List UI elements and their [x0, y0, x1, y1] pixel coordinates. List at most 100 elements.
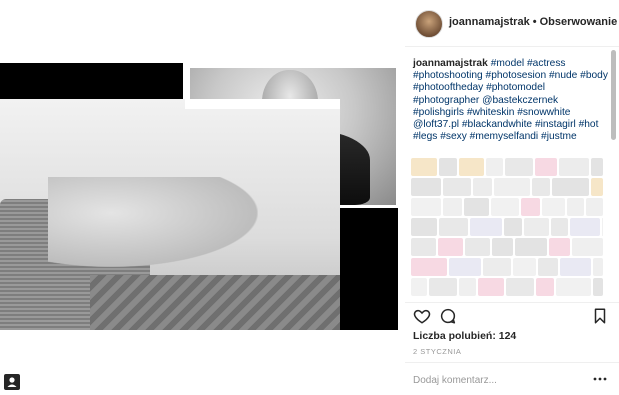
blurred-comment-block: [492, 238, 513, 256]
blurred-comment-block: [491, 198, 519, 216]
blurred-comment-block: [536, 278, 554, 296]
blurred-comment-block: [429, 278, 457, 296]
blurred-comment-block: [586, 198, 603, 216]
blurred-comment-block: [439, 218, 468, 236]
hashtag-link[interactable]: #sexy: [440, 131, 467, 142]
blurred-comment-block: [439, 158, 457, 176]
blurred-comment-block: [473, 178, 492, 196]
blurred-comment-block: [521, 198, 540, 216]
scrollbar[interactable]: [611, 50, 616, 140]
divider: [405, 302, 619, 303]
hashtag-link[interactable]: #whiteskin: [467, 107, 515, 118]
hashtag-link[interactable]: #polishgirls: [413, 107, 464, 118]
blurred-comment-block: [524, 218, 549, 236]
header-separator: •: [532, 16, 537, 28]
post-header: joannamajstrak • Obserwowanie: [405, 0, 619, 47]
blurred-comment-block: [515, 238, 547, 256]
header-username[interactable]: joannamajstrak: [449, 16, 530, 28]
blurred-comment-block: [570, 218, 600, 236]
blurred-comment-block: [506, 278, 534, 296]
heart-icon[interactable]: [413, 307, 431, 325]
blurred-comments-area: [411, 158, 603, 300]
blurred-comment-block: [449, 258, 481, 276]
likes-count[interactable]: Liczba polubień: 124: [413, 330, 516, 342]
action-bar: [413, 307, 609, 327]
blurred-comment-block: [602, 218, 603, 236]
caption-hashtags: #model #actress #photoshooting #photoses…: [413, 58, 608, 142]
blurred-comment-block: [483, 258, 511, 276]
blurred-comment-block: [593, 258, 603, 276]
blurred-comment-block: [411, 178, 441, 196]
blurred-comment-block: [438, 238, 463, 256]
blurred-comment-block: [504, 218, 522, 236]
panel-gap: [185, 99, 340, 109]
hashtag-link[interactable]: #hot: [579, 119, 599, 130]
post-date[interactable]: 2 STYCZNIA: [413, 347, 461, 356]
hashtag-link[interactable]: #photosesion: [486, 70, 547, 81]
divider: [405, 362, 619, 363]
blurred-comment-block: [593, 278, 603, 296]
blurred-comment-block: [411, 158, 437, 176]
hashtag-link[interactable]: #legs: [413, 131, 437, 142]
caption-username[interactable]: joannamajstrak: [413, 58, 488, 69]
blurred-comment-block: [478, 278, 504, 296]
blurred-comment-block: [459, 158, 484, 176]
blurred-comment-block: [443, 198, 462, 216]
blurred-comment-block: [411, 198, 441, 216]
post-caption: joannamajstrak #model #actress #photoshoo…: [413, 58, 609, 143]
blurred-comment-block: [559, 158, 589, 176]
blurred-comment-block: [542, 198, 565, 216]
blurred-comment-block: [551, 218, 568, 236]
blurred-comment-block: [411, 218, 437, 236]
blurred-comment-block: [513, 258, 536, 276]
hashtag-link[interactable]: #photographer: [413, 95, 479, 106]
parquet-floor-shape: [90, 275, 340, 330]
hashtag-link[interactable]: #photoshooting: [413, 70, 483, 81]
blurred-comment-block: [464, 198, 489, 216]
blurred-comment-block: [567, 198, 584, 216]
hashtag-link[interactable]: #photooftheday: [413, 82, 483, 93]
hashtag-link[interactable]: #nude: [549, 70, 577, 81]
add-comment-input[interactable]: [413, 373, 583, 387]
media-column: [0, 0, 405, 395]
blurred-comment-block: [411, 238, 436, 256]
blurred-comment-block: [494, 178, 530, 196]
avatar[interactable]: [415, 10, 443, 38]
blurred-comment-block: [549, 238, 570, 256]
blurred-comment-block: [411, 258, 447, 276]
blurred-comment-block: [560, 258, 591, 276]
hashtag-link[interactable]: #actress: [527, 58, 566, 69]
post-sidebar: joannamajstrak • Obserwowanie joannamajstr…: [405, 0, 619, 395]
blurred-comment-block: [591, 178, 603, 196]
blurred-comment-block: [459, 278, 476, 296]
follow-button[interactable]: Obserwowanie: [540, 16, 618, 28]
blurred-comment-block: [505, 158, 533, 176]
hashtag-link[interactable]: #blackandwhite: [462, 119, 532, 130]
blurred-comment-block: [411, 278, 427, 296]
reclining-figure-shape: [48, 177, 258, 267]
blurred-comment-block: [552, 178, 589, 196]
hashtag-link[interactable]: #photomodel: [486, 82, 545, 93]
hashtag-link[interactable]: #snowwhite: [517, 107, 570, 118]
blurred-comment-block: [591, 158, 603, 176]
blurred-comment-block: [443, 178, 471, 196]
hashtag-link[interactable]: #memyselfandi: [470, 131, 539, 142]
post-photo[interactable]: [0, 63, 398, 330]
blurred-comment-block: [535, 158, 557, 176]
person-tag-icon[interactable]: [4, 374, 20, 390]
hashtag-link[interactable]: @bastekczernek: [482, 95, 558, 106]
hashtag-link[interactable]: @loft37.pl: [413, 119, 459, 130]
hashtag-link[interactable]: #justme: [541, 131, 577, 142]
header-text: joannamajstrak • Obserwowanie: [449, 16, 617, 28]
hashtag-link[interactable]: #body: [580, 70, 608, 81]
blurred-comment-block: [465, 238, 490, 256]
comment-bubble-icon[interactable]: [439, 307, 457, 325]
more-options-icon[interactable]: [591, 372, 609, 386]
bookmark-icon[interactable]: [591, 307, 609, 325]
blurred-comment-block: [538, 258, 558, 276]
blurred-comment-block: [470, 218, 502, 236]
sofa-photo-panel: [0, 99, 340, 330]
hashtag-link[interactable]: #instagirl: [535, 119, 576, 130]
hashtag-link[interactable]: #model: [491, 58, 524, 69]
blurred-comment-block: [556, 278, 591, 296]
